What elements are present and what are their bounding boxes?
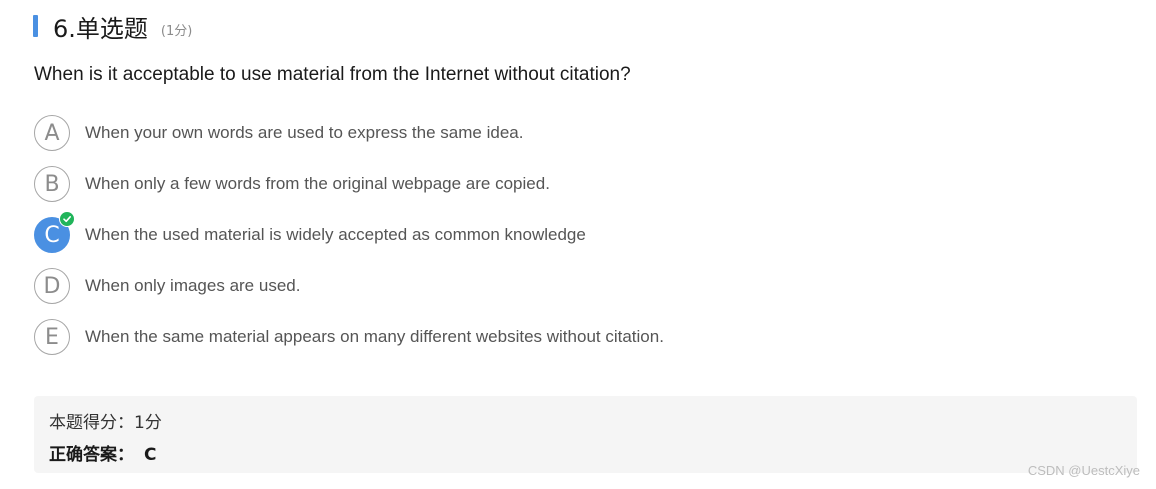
option-text: When only a few words from the original … [85,174,550,193]
option-text: When your own words are used to express … [85,123,524,142]
option-e[interactable]: E When the same material appears on many… [34,318,664,356]
option-letter: A [44,120,60,146]
option-a[interactable]: A When your own words are used to expres… [34,114,664,152]
option-letter-circle[interactable]: A [34,115,70,151]
option-d[interactable]: D When only images are used. [34,267,664,305]
question-type-title: 6.单选题 [53,14,148,43]
option-b[interactable]: B When only a few words from the origina… [34,165,664,203]
option-text: When the used material is widely accepte… [85,225,586,244]
option-letter: E [45,324,59,350]
option-letter: D [43,273,61,299]
correct-answer-value: C [144,445,157,465]
options-list: A When your own words are used to expres… [34,114,664,369]
option-text: When only images are used. [85,276,301,295]
option-letter-circle[interactable]: D [34,268,70,304]
option-letter: B [44,171,60,197]
check-circle-icon [59,211,75,227]
question-text: When is it acceptable to use material fr… [34,64,631,85]
option-text: When the same material appears on many d… [85,327,664,346]
result-panel: 本题得分：1分 正确答案： C [34,396,1137,473]
option-letter-circle[interactable]: E [34,319,70,355]
correct-answer-label: 正确答案： [49,445,134,465]
option-letter-circle-selected[interactable]: C [34,211,75,253]
correct-answer: 正确答案： C [49,440,156,465]
option-letter-circle[interactable]: B [34,166,70,202]
question-score: 本题得分：1分 [49,413,162,433]
question-header: 6.单选题 (1分) [33,12,193,43]
question-points: (1分) [160,24,193,39]
header-accent-bar [33,15,38,37]
option-letter: C [44,222,60,248]
option-c[interactable]: C When the used material is widely accep… [34,211,664,254]
watermark: CSDN @UestcXiye [1027,463,1140,478]
